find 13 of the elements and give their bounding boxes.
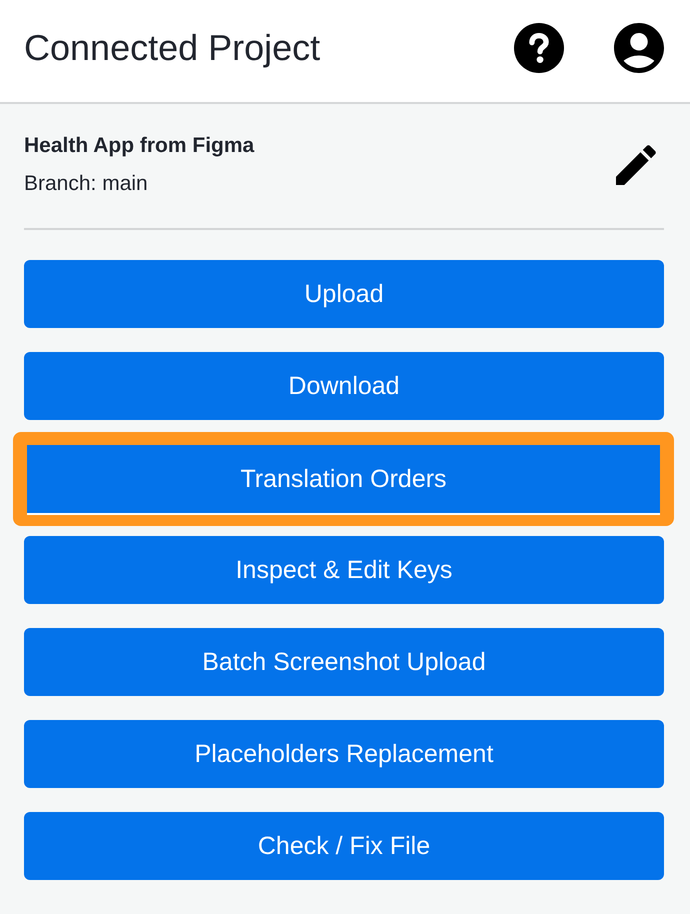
action-button[interactable]: Upload [24,260,664,328]
action-button[interactable]: Translation Orders [27,445,660,513]
panel-title: Connected Project [24,27,320,69]
action-button[interactable]: Check / Fix File [24,812,664,880]
action-button[interactable]: Placeholders Replacement [24,720,664,788]
branch-label: Branch: main [24,172,149,196]
action-button[interactable]: Batch Screenshot Upload [24,628,664,696]
project-name: Health App from Figma [24,134,254,158]
account-icon[interactable] [614,23,664,73]
help-icon[interactable] [514,23,564,73]
pencil-icon[interactable] [616,145,656,185]
action-button[interactable]: Inspect & Edit Keys [24,536,664,604]
action-button[interactable]: Download [24,352,664,420]
